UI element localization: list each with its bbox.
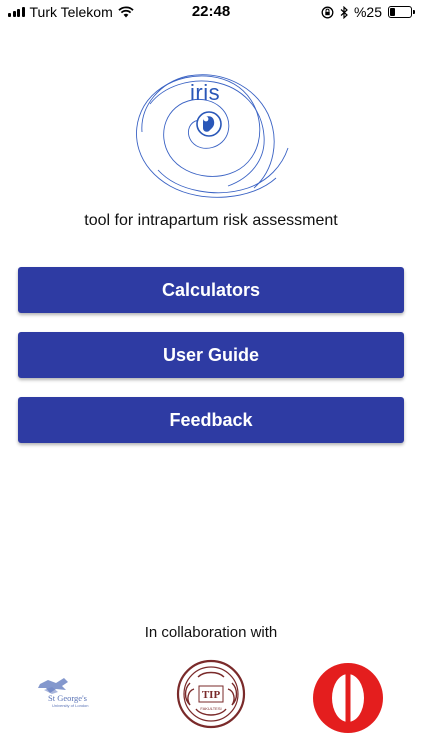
- tagline: tool for intrapartum risk assessment: [84, 212, 338, 229]
- collaboration-label: In collaboration with: [144, 624, 278, 641]
- rotation-lock-icon: [321, 6, 334, 18]
- tip-fakultesi-seal: TIP FAKULTESI: [176, 659, 246, 729]
- tip-seal-icon: TIP FAKULTESI: [176, 659, 246, 729]
- battery-icon: [388, 6, 415, 18]
- feedback-button[interactable]: Feedback: [18, 397, 404, 443]
- tip-subtitle: FAKULTESI: [200, 706, 221, 711]
- tip-text: TIP: [202, 689, 221, 701]
- battery-percent: %25: [353, 4, 382, 20]
- st-georges-name: St George's: [48, 693, 87, 703]
- status-right: %25: [321, 4, 415, 20]
- battery-fill: [390, 8, 395, 16]
- iris-logo: iris: [130, 62, 290, 202]
- bluetooth-icon: [340, 5, 348, 19]
- calculators-button[interactable]: Calculators: [18, 267, 404, 313]
- user-guide-button[interactable]: User Guide: [18, 332, 404, 378]
- st-georges-subtitle: University of London: [52, 703, 89, 708]
- logo-text: iris: [190, 80, 221, 105]
- odtu-logo: [312, 662, 384, 734]
- odtu-emblem-icon: [313, 663, 383, 733]
- status-bar: Turk Telekom 22:48 %25: [0, 0, 422, 26]
- st-georges-logo: St George's University of London: [34, 674, 108, 714]
